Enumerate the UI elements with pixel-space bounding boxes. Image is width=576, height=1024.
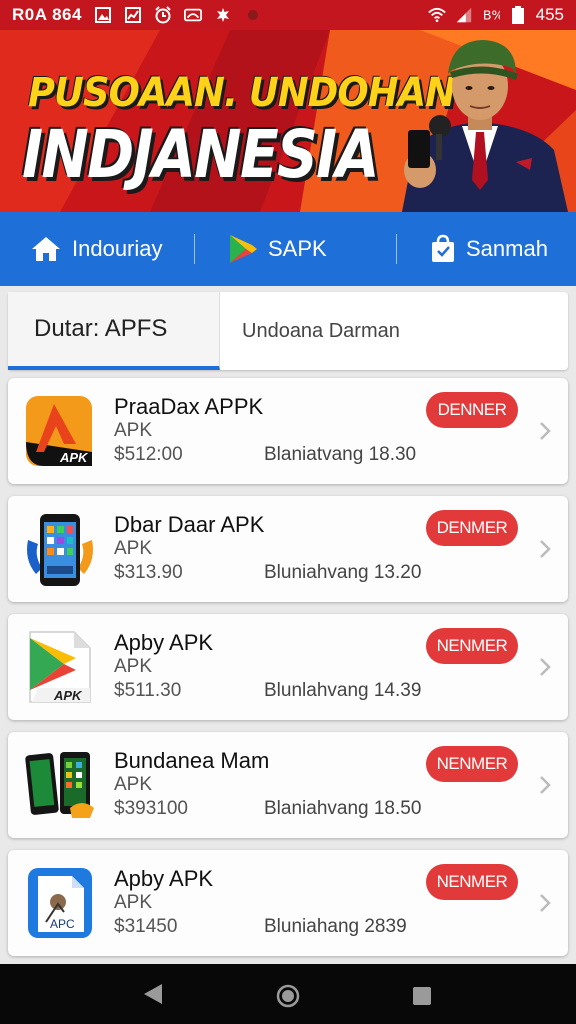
- app-type: APK: [114, 656, 153, 677]
- status-bar: R0A 864 B 455: [0, 0, 576, 30]
- nav-item-home-label: Indouriay: [72, 236, 163, 261]
- promo-banner[interactable]: PUSOAAN. UNDOHAN INDJANESIA: [0, 30, 576, 212]
- download-button[interactable]: DENNER: [426, 392, 518, 428]
- tab-undoana-darman[interactable]: Undoana Darman: [220, 292, 400, 370]
- app-list: APK PraaDax APPK APK $512:00 Blaniatvang…: [8, 378, 568, 968]
- carrier-label: R0A 864: [12, 5, 82, 24]
- app-meta: Bluniahvang 13.20: [264, 562, 422, 583]
- app-list-item[interactable]: APC Apby APK APK $31450 Bluniahang 2839 …: [8, 850, 568, 956]
- presenter-image: [402, 40, 568, 212]
- app-type: APK: [114, 774, 153, 795]
- chevron-right-icon[interactable]: [538, 656, 552, 678]
- main-nav: Indouriay SAPK Sanmah: [0, 212, 576, 286]
- phones-icon: [25, 752, 94, 818]
- settings-icon: [214, 6, 232, 24]
- app-name: Apby APK: [114, 630, 214, 655]
- tab-undoana-darman-label: Undoana Darman: [242, 319, 400, 342]
- data-icon: B%: [482, 6, 500, 24]
- battery-icon: [509, 6, 527, 24]
- app-list-item[interactable]: APK Apby APK APK $511.30 Blunlahvang 14.…: [8, 614, 568, 720]
- phone-app-icon: [27, 514, 93, 586]
- app-screen: R0A 864 B 455 PUSOAAN. UNDOHAN INDJANESI…: [0, 0, 576, 1024]
- cloud-icon: [183, 6, 202, 24]
- nav-divider: [396, 234, 397, 264]
- nav-item-sanmah[interactable]: Sanmah: [430, 212, 548, 286]
- app-type: APK: [114, 538, 153, 559]
- app-list-item[interactable]: APK PraaDax APPK APK $512:00 Blaniatvang…: [8, 378, 568, 484]
- app-name: Bundanea Mam: [114, 748, 270, 773]
- nav-item-sanmah-label: Sanmah: [466, 236, 548, 261]
- app-price: $31450: [114, 916, 178, 937]
- app-icon-label: APC: [50, 917, 75, 931]
- download-button[interactable]: NENMER: [426, 746, 518, 782]
- recents-icon[interactable]: [412, 986, 432, 1006]
- shopping-bag-icon: [432, 234, 454, 262]
- app-type: APK: [114, 892, 153, 913]
- nav-item-home[interactable]: Indouriay: [30, 212, 163, 286]
- tab-bar: Dutar: APFS Undoana Darman: [8, 292, 568, 370]
- app-meta: Blaniatvang 18.30: [264, 444, 417, 465]
- download-button[interactable]: NENMER: [426, 628, 518, 664]
- app-type: APK: [114, 420, 153, 441]
- download-button[interactable]: DENMER: [426, 510, 518, 546]
- app-list-item[interactable]: Dbar Daar APK APK $313.90 Bluniahvang 13…: [8, 496, 568, 602]
- apk-orange-icon: APK: [26, 396, 92, 466]
- app-price: $313.90: [114, 562, 183, 583]
- apc-file-icon: APC: [28, 868, 92, 938]
- play-store-icon: [230, 235, 257, 263]
- app-name: PraaDax APPK: [114, 394, 264, 419]
- app-price: $512:00: [114, 444, 183, 465]
- download-button[interactable]: NENMER: [426, 864, 518, 900]
- chevron-right-icon[interactable]: [538, 538, 552, 560]
- dot-icon: [244, 6, 262, 24]
- app-list-item[interactable]: Bundanea Mam APK $393100 Blaniahvang 18.…: [8, 732, 568, 838]
- app-meta: Blunlahvang 14.39: [264, 680, 422, 701]
- home-icon: [32, 237, 60, 261]
- chevron-right-icon[interactable]: [538, 892, 552, 914]
- apk-file-icon: APK: [29, 631, 91, 703]
- chevron-right-icon[interactable]: [538, 420, 552, 442]
- app-price: $393100: [114, 798, 188, 819]
- system-nav-bar: [0, 964, 576, 1024]
- app-icon-label: APK: [53, 688, 83, 703]
- app-price: $511.30: [114, 680, 182, 701]
- banner-title-line1: PUSOAAN. UNDOHAN: [28, 70, 456, 116]
- nav-item-sapk-label: SAPK: [268, 236, 327, 261]
- nav-divider: [194, 234, 195, 264]
- signal-icon: [455, 6, 473, 24]
- chevron-right-icon[interactable]: [538, 774, 552, 796]
- app-meta: Bluniahang 2839: [264, 916, 407, 937]
- alarm-icon: [154, 6, 172, 24]
- tab-apfs[interactable]: Dutar: APFS: [8, 292, 220, 370]
- home-circle-icon[interactable]: [276, 984, 300, 1008]
- chart-icon: [124, 6, 142, 24]
- back-icon[interactable]: [142, 982, 164, 1006]
- app-name: Dbar Daar APK: [114, 512, 265, 537]
- wifi-icon: [427, 6, 446, 24]
- nav-item-sapk[interactable]: SAPK: [228, 212, 327, 286]
- app-icon-label: APK: [59, 450, 89, 465]
- svg-text:B%: B%: [483, 7, 500, 22]
- app-meta: Blaniahvang 18.50: [264, 798, 422, 819]
- photo-icon: [94, 6, 112, 24]
- app-name: Apby APK: [114, 866, 214, 891]
- tab-apfs-label: Dutar: APFS: [34, 315, 168, 342]
- battery-level: 455: [535, 5, 564, 24]
- banner-title-line2: INDJANESIA: [22, 116, 380, 193]
